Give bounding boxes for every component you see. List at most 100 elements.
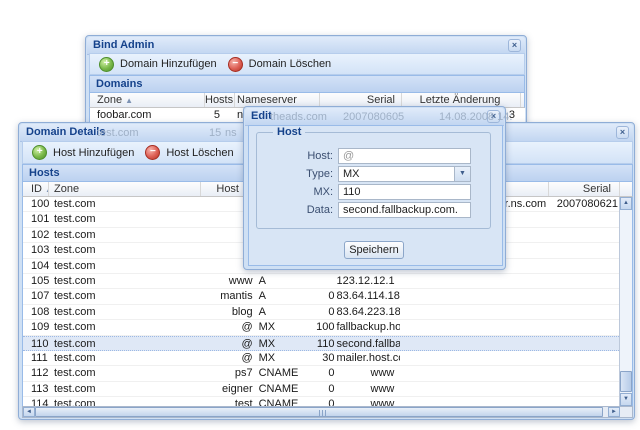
close-icon[interactable]: × [508,39,521,52]
cell-id: 110 [31,337,49,350]
scroll-up-icon[interactable]: ▲ [620,197,632,210]
add-icon: + [32,145,47,160]
table-row[interactable]: 114 test.com test CNAME 0 www [23,397,619,406]
column-header-serial[interactable]: Serial [320,93,402,107]
cell-zone: test.com [53,398,96,406]
scroll-thumb-grip [319,410,327,416]
domains-panel-header: Domains [89,75,525,93]
panel-title: Hosts [29,167,60,179]
cell-zone: test.com [53,290,96,303]
table-row[interactable]: 107 test.com mantis A 0 83.64.114.186 [23,289,619,305]
column-header-zone[interactable]: Zone ▲ [90,93,205,107]
column-label: ID [31,183,42,195]
cell-zone: test.com [53,367,96,380]
cell-data: 83.64.223.186 [336,305,401,318]
column-header-serial[interactable]: Serial [549,182,620,196]
cell-host: mantis [220,290,253,303]
cell-host: ps7 [234,367,253,380]
mx-field[interactable] [338,184,471,200]
cell-id: 109 [31,321,49,334]
cell-serial [548,351,619,365]
ghost-text: theads.com [270,111,327,123]
cell-zone: test.com [53,274,96,287]
edit-dialog-titlebar[interactable]: Edit × theads.com 2007080605 14.08.2008 14… [245,108,512,126]
cell-id: 114 [31,398,49,406]
cell-mx: 0 [328,367,335,380]
cell-id: 112 [31,367,49,380]
cell-zone: test.com [53,321,96,334]
cell-zone: test.com [53,259,96,272]
scroll-down-icon[interactable]: ▼ [620,393,632,406]
cell-type: A [258,305,266,318]
cell-host: eigner [222,382,253,395]
cell-host: www [228,274,253,287]
cell-serial [548,259,619,273]
delete-host-label: Host Löschen [166,146,234,159]
cell-zone: test.com [53,351,96,364]
host-field[interactable] [338,148,471,164]
column-header-id[interactable]: ID▲ [23,182,49,196]
ghost-text: 2007080605 [343,111,405,123]
horizontal-scroll-thumb[interactable] [35,407,603,417]
ghost-text: 15 [209,127,222,139]
cell-mx: 100 [316,321,335,334]
cell-data: mailer.host.com [336,351,400,364]
delete-domain-button[interactable]: − Domain Löschen [224,55,339,74]
cell-host: @ [241,337,253,350]
table-row[interactable]: 108 test.com blog A 0 83.64.223.186 [23,304,619,321]
cell-serial [548,397,619,406]
cell-mx: 0 [328,305,335,318]
cell-zone: test.com [53,305,96,318]
cell-data: 123.12.12.1 [336,274,395,287]
table-row[interactable]: 110test.com@MX110second.fallback [23,335,619,351]
cell-data: www [370,367,395,380]
table-row[interactable]: 105 test.com www A 123.12.12.1 [23,273,619,290]
window-title: Domain Details [26,126,106,138]
add-host-button[interactable]: + Host Hinzufügen [28,143,141,162]
column-header-hosts[interactable]: Hosts [205,93,235,107]
table-row[interactable]: 113 test.com eigner CNAME 0 www [23,381,619,398]
cell-id: 113 [31,382,49,395]
cell-data2 [400,337,548,350]
cell-serial [548,305,619,319]
column-header-last[interactable]: Letzte Änderung [402,93,521,107]
cell-id: 104 [31,259,49,272]
sort-asc-icon: ▲ [125,96,133,105]
cell-zone: test.com [53,382,96,395]
delete-icon: − [227,56,243,72]
cell-serial [548,274,619,288]
table-row[interactable]: 112 test.com ps7 CNAME 0 www [23,366,619,382]
edit-host-dialog: Edit × theads.com 2007080605 14.08.2008 14… [243,106,512,270]
add-domain-button[interactable]: + Domain Hinzufügen [95,55,224,74]
horizontal-scrollbar[interactable]: ◄ ► [22,406,633,418]
cell-id: 101 [31,213,49,226]
cell-data2 [400,382,548,396]
add-host-label: Host Hinzufügen [53,146,135,159]
cell-id: 105 [31,274,49,287]
data-field[interactable] [338,202,471,218]
column-label: Letzte Änderung [419,94,501,106]
table-row[interactable]: 109 test.com @ MX 100fallbackup.host [23,320,619,336]
column-header-ns[interactable]: Nameserver [235,93,320,107]
cell-id: 111 [31,351,48,364]
cell-mx: 0 [328,290,335,303]
save-button[interactable]: Speichern [344,241,404,259]
data-field-label: Data: [306,204,333,216]
cell-serial [548,243,619,257]
type-combobox[interactable] [338,166,471,182]
table-row[interactable]: 111 test.com @ MX 30mailer.host.com [23,350,619,367]
ghost-text: ns [225,127,237,139]
scroll-right-icon[interactable]: ► [608,407,620,417]
cell-serial [548,337,619,350]
chevron-down-icon[interactable]: ▼ [454,167,470,181]
close-icon[interactable]: × [616,126,629,139]
vertical-scrollbar[interactable]: ▲ ▼ [619,197,633,406]
scroll-left-icon[interactable]: ◄ [23,407,35,417]
column-label: Hosts [205,94,234,106]
column-label: Zone [54,183,80,195]
vertical-scroll-thumb[interactable] [620,371,632,392]
cell-data2 [400,305,548,319]
delete-host-button[interactable]: − Host Löschen [141,143,240,162]
column-header-zone[interactable]: Zone [49,182,201,196]
cell-zone: test.com [53,337,96,350]
